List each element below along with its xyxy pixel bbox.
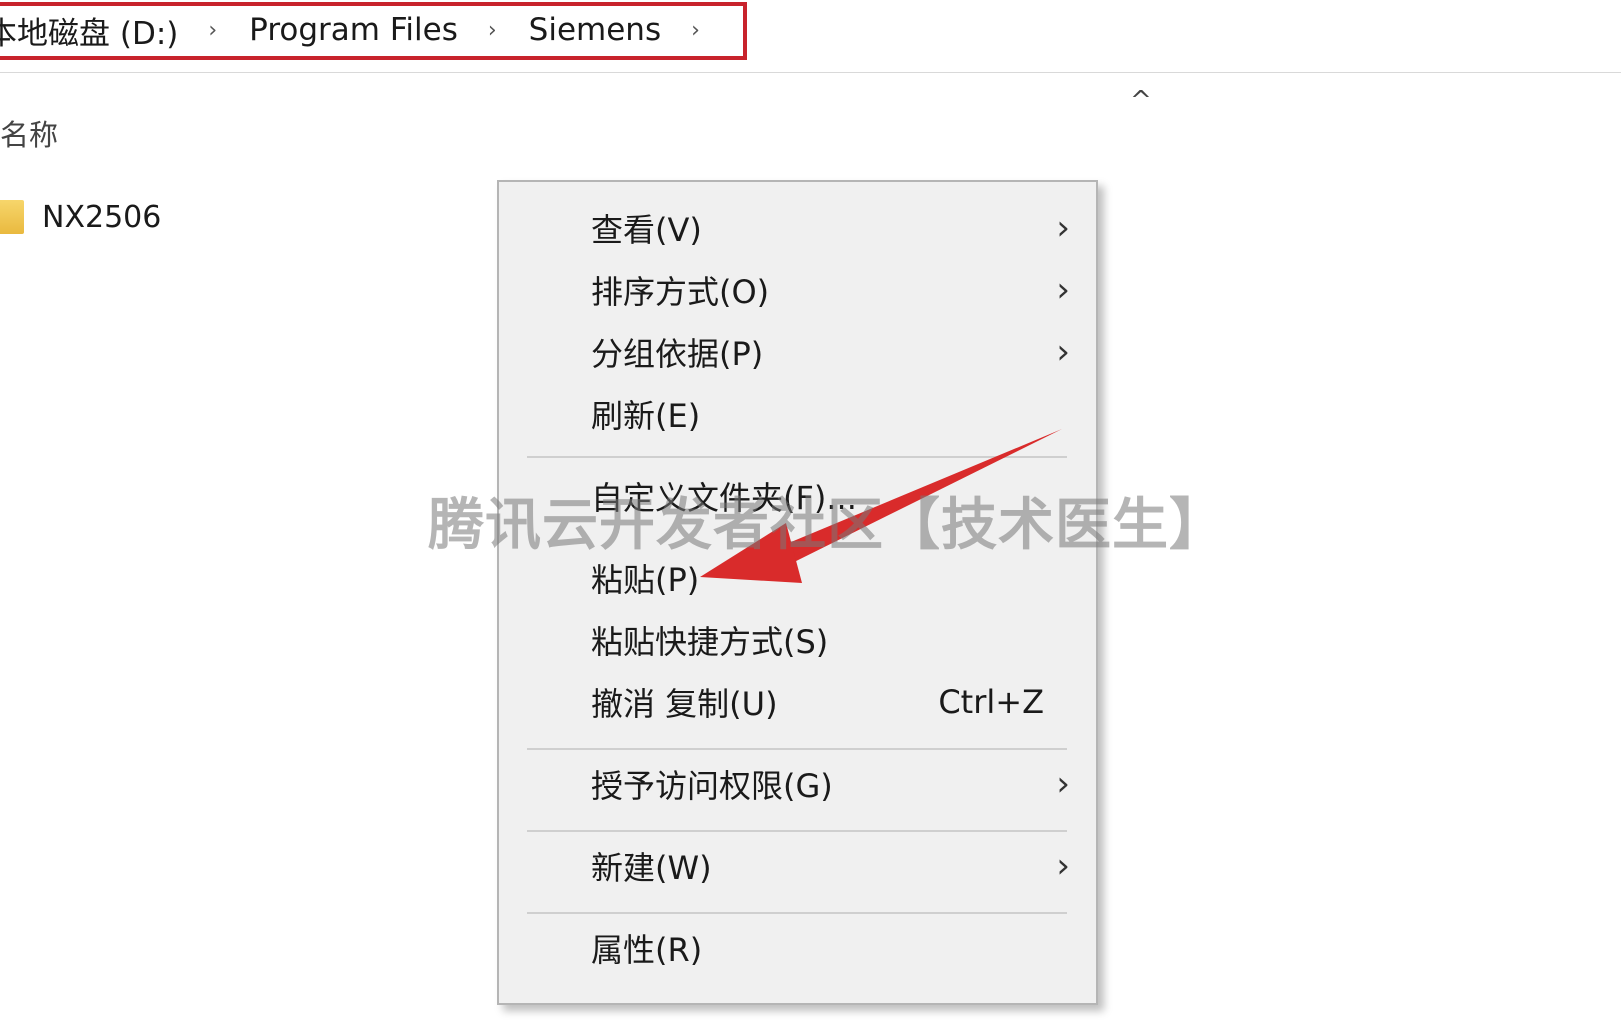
menu-item-label: 新建(W)	[591, 849, 712, 887]
menu-item-give-access[interactable]: 授予访问权限(G) ›	[499, 754, 1096, 814]
sort-up-icon[interactable]: ^	[1130, 86, 1152, 116]
chevron-right-icon: ›	[1056, 764, 1070, 804]
chevron-right-icon: ›	[1056, 270, 1070, 310]
menu-item-undo-copy[interactable]: 撤消 复制(U) Ctrl+Z	[499, 672, 1096, 732]
list-item[interactable]: NX2506	[0, 192, 161, 242]
menu-item-label: 属性(R)	[591, 931, 703, 969]
menu-item-label: 授予访问权限(G)	[591, 767, 833, 805]
watermark: 腾讯云开发者社区【技术医生】	[428, 493, 1226, 558]
chevron-right-icon: ›	[1056, 332, 1070, 372]
shortcut-label: Ctrl+Z	[938, 683, 1044, 721]
menu-item-label: 排序方式(O)	[591, 273, 770, 311]
address-bar[interactable]: 本地磁盘 (D:) › Program Files › Siemens ›	[0, 0, 1621, 73]
menu-item-sort-by[interactable]: 排序方式(O) ›	[499, 260, 1096, 320]
menu-item-label: 分组依据(P)	[591, 335, 764, 373]
menu-item-view[interactable]: 查看(V) ›	[499, 198, 1096, 258]
folder-icon	[0, 200, 24, 234]
menu-item-label: 撤消 复制(U)	[591, 685, 778, 723]
chevron-right-icon: ›	[1056, 208, 1070, 248]
menu-item-label: 粘贴(P)	[591, 561, 700, 599]
menu-item-label: 粘贴快捷方式(S)	[591, 623, 829, 661]
menu-item-group-by[interactable]: 分组依据(P) ›	[499, 322, 1096, 382]
menu-separator	[527, 912, 1067, 914]
menu-separator	[527, 748, 1067, 750]
menu-item-label: 查看(V)	[591, 211, 702, 249]
column-header-name[interactable]: 名称	[0, 112, 58, 154]
chevron-right-icon: ›	[1056, 846, 1070, 886]
annotation-highlight-box	[0, 2, 747, 60]
menu-item-properties[interactable]: 属性(R)	[499, 918, 1096, 978]
menu-separator	[527, 830, 1067, 832]
file-name: NX2506	[42, 199, 162, 235]
menu-item-new[interactable]: 新建(W) ›	[499, 836, 1096, 896]
menu-item-paste-shortcut[interactable]: 粘贴快捷方式(S)	[499, 610, 1096, 670]
menu-item-label: 刷新(E)	[591, 397, 701, 435]
